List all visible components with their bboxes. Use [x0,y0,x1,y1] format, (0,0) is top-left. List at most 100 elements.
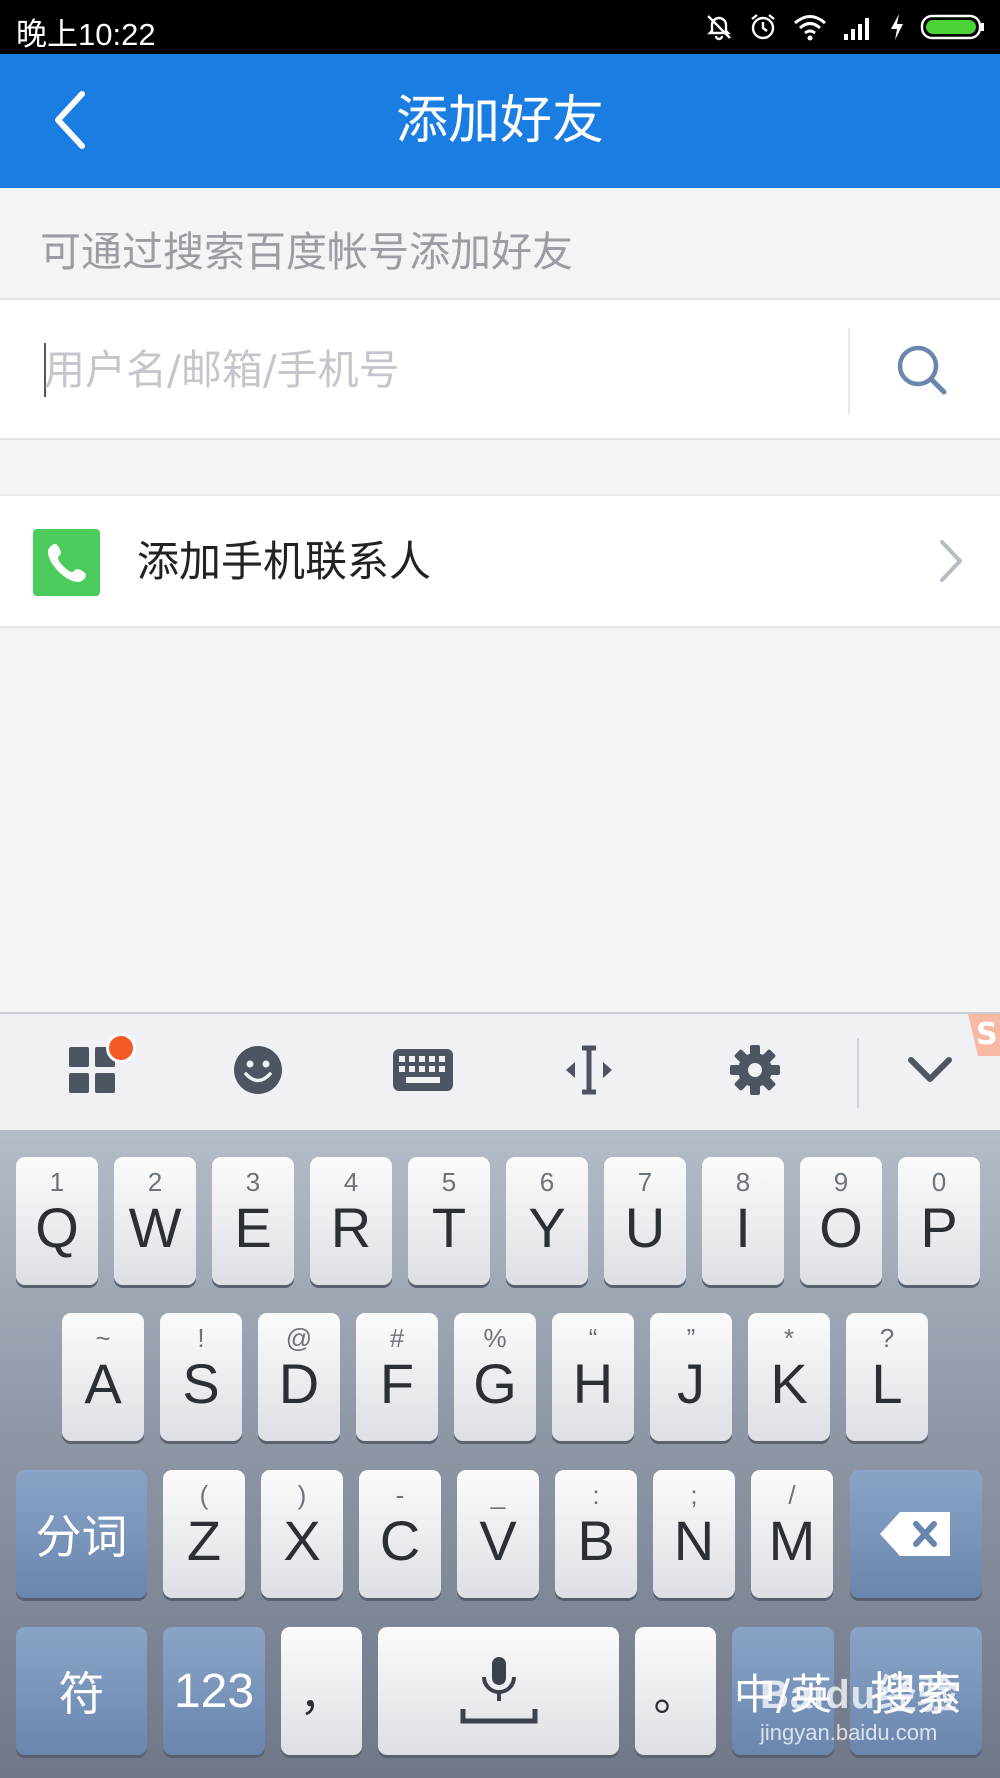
search-button[interactable] [880,330,964,414]
key-c[interactable]: -C [359,1470,441,1598]
numbers-key[interactable]: 123 [163,1627,265,1755]
key-o[interactable]: 9O [800,1157,882,1285]
search-icon [894,342,950,402]
key-m[interactable]: / M [751,1470,833,1598]
keyboard-icon [392,1047,454,1097]
key-n[interactable]: ; N [653,1470,735,1598]
key-v[interactable]: _ V [457,1470,539,1598]
key-secondary-label: 6 [539,1167,555,1197]
key-primary-label: M [768,1509,816,1572]
add-phone-contacts-label: 添加手机联系人 [137,537,432,586]
alarm-icon [748,12,778,42]
key-primary-label: F [379,1352,415,1415]
key-p[interactable]: 0P [898,1157,980,1285]
key-y[interactable]: 6Y [506,1157,588,1285]
status-icons [704,9,986,45]
key-u[interactable]: 7U [604,1157,686,1285]
key-q[interactable]: 1Q [16,1157,98,1285]
settings-gear-icon [729,1044,781,1100]
key-primary-label: H [572,1352,614,1415]
key-primary-label: T [431,1196,467,1259]
key-primary-label: L [871,1352,903,1415]
key-secondary-label: - [395,1480,405,1510]
emoji-button[interactable] [218,1034,298,1110]
key-x[interactable]: ) X [261,1470,343,1598]
status-bar: 晚上10:22 [0,0,1000,54]
key-b[interactable]: :B [555,1470,637,1598]
key-r[interactable]: 4R [310,1157,392,1285]
space-mic-key[interactable] [378,1627,619,1755]
key-primary-label: O [819,1196,863,1259]
key-primary-label: N [673,1509,715,1572]
key-secondary-label: ? [879,1323,895,1353]
key-h[interactable]: “H [552,1313,634,1441]
segment-key[interactable]: 分词 [16,1470,147,1598]
charging-icon [888,12,906,42]
search-hint: 可通过搜索百度帐号添加好友 [40,228,573,276]
key-primary-label: A [84,1352,122,1415]
key-primary-label: X [283,1509,321,1572]
key-k[interactable]: * K [748,1313,830,1441]
key-e[interactable]: 3E [212,1157,294,1285]
key-secondary-label: ( [199,1480,209,1510]
settings-button[interactable] [715,1034,795,1110]
key-secondary-label: ~ [95,1323,111,1353]
battery-icon [920,12,986,42]
key-d[interactable]: @ D [258,1313,340,1441]
status-time: 晚上10:22 [16,17,156,52]
key-secondary-label: 5 [441,1167,457,1197]
comma-key[interactable]: ， [281,1627,362,1755]
key-f[interactable]: # F [356,1313,438,1441]
key-a[interactable]: ~ A [62,1313,144,1441]
key-secondary-label: 1 [49,1167,65,1197]
add-phone-contacts-row[interactable]: 添加手机联系人 [0,494,1000,628]
key-secondary-label: ! [197,1323,205,1353]
key-primary-label: P [920,1196,958,1259]
key-secondary-label: 7 [637,1167,653,1197]
key-primary-label: D [278,1352,320,1415]
key-primary-label: E [234,1196,272,1259]
key-secondary-label: / [788,1480,796,1510]
svg-text:S: S [976,1017,998,1052]
backspace-icon [850,1470,982,1598]
key-secondary-label: “ [588,1323,598,1353]
wifi-icon [792,12,828,42]
search-input[interactable] [44,324,834,416]
emoji-icon [233,1045,283,1099]
key-l[interactable]: ? L [846,1313,928,1441]
symbols-key[interactable]: 符 [16,1627,147,1755]
search-box [0,298,1000,440]
key-z[interactable]: (Z [163,1470,245,1598]
key-secondary-label: * [783,1323,795,1353]
page-title: 添加好友 [395,91,604,151]
cursor-button[interactable] [549,1034,629,1110]
key-primary-label: C [379,1509,421,1572]
key-primary-label: Y [528,1196,566,1259]
key-t[interactable]: 5T [408,1157,490,1285]
mute-icon [704,12,734,42]
period-key[interactable]: 。 [635,1627,716,1755]
chevron-right-icon [936,536,966,590]
key-j[interactable]: ” J [650,1313,732,1441]
key-primary-label: V [479,1509,517,1572]
key-secondary-label: ” [686,1323,696,1353]
key-secondary-label: # [389,1323,405,1353]
key-w[interactable]: 2W [114,1157,196,1285]
segment-key-label: 分词 [35,1510,128,1564]
title-bar: 添加好友 [0,54,1000,188]
watermark-url: jingyan.baidu.com [760,1720,938,1745]
key-secondary-label: ) [297,1480,307,1510]
key-i[interactable]: 8I [702,1157,784,1285]
key-primary-label: S [182,1352,220,1415]
key-primary-label: I [735,1196,751,1259]
key-g[interactable]: % G [454,1313,536,1441]
key-primary-label: R [330,1196,372,1259]
delete-key[interactable] [850,1470,982,1598]
key-secondary-label: @ [285,1323,313,1353]
collapse-chevron-icon [907,1055,953,1089]
key-secondary-label: : [592,1480,600,1510]
search-divider [848,328,850,414]
baidu-jingyan-watermark: Baidu经验 jingyan.baidu.com [760,1662,990,1762]
keyboard-switch-button[interactable] [383,1034,463,1110]
key-s[interactable]: ! S [160,1313,242,1441]
